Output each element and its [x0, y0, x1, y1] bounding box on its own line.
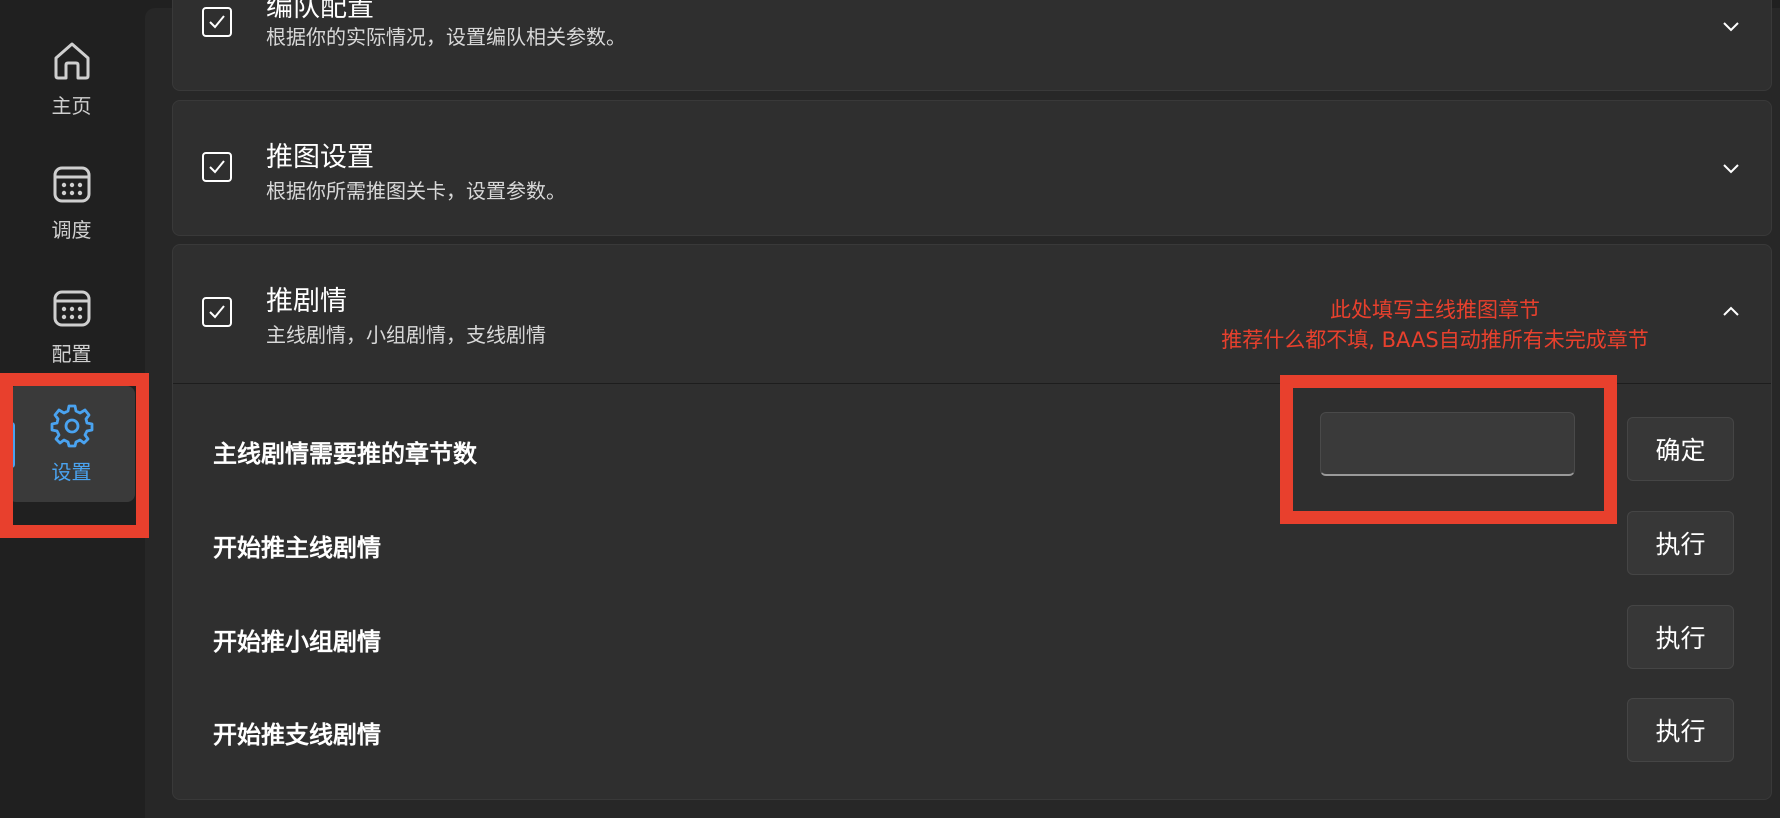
nav-label-config: 配置 [51, 341, 92, 366]
execute-main-story-button[interactable]: 执行 [1627, 511, 1734, 575]
card-team-config[interactable]: 编队配置 根据你的实际情况，设置编队相关参数。 [172, 0, 1772, 91]
annotation-box-settings [0, 373, 149, 538]
annotation-box-input [1280, 375, 1617, 524]
annotation-line-2: 推荐什么都不填, BAAS自动推所有未完成章节 [1221, 328, 1649, 352]
nav-label-home: 主页 [51, 93, 92, 118]
push-map-checkbox[interactable] [202, 152, 232, 182]
calendar-icon [53, 290, 90, 326]
execute-group-story-button[interactable]: 执行 [1627, 605, 1734, 669]
nav-item-home[interactable]: 主页 [8, 20, 135, 136]
team-config-checkbox[interactable] [202, 7, 232, 37]
story-checkbox[interactable] [202, 297, 232, 327]
card-push-map[interactable]: 推图设置 根据你所需推图关卡，设置参数。 [172, 100, 1772, 236]
calendar-icon [53, 166, 90, 202]
row-label-main-story-chapters: 主线剧情需要推的章节数 [213, 440, 477, 468]
chevron-down-icon[interactable] [1720, 157, 1742, 179]
execute-side-story-button[interactable]: 执行 [1627, 698, 1734, 762]
row-label-start-main-story: 开始推主线剧情 [213, 534, 381, 562]
nav-item-schedule[interactable]: 调度 [8, 144, 135, 260]
chevron-down-icon[interactable] [1720, 15, 1742, 37]
check-icon [209, 15, 225, 29]
row-label-start-group-story: 开始推小组剧情 [213, 628, 381, 656]
story-title: 推剧情 [266, 286, 347, 317]
annotation-line-1: 此处填写主线推图章节 [1330, 298, 1540, 322]
nav-label-schedule: 调度 [51, 217, 92, 242]
home-icon [54, 42, 89, 79]
team-config-subtitle: 根据你的实际情况，设置编队相关参数。 [266, 25, 626, 49]
story-subtitle: 主线剧情，小组剧情，支线剧情 [266, 323, 546, 347]
annotation-note: 此处填写主线推图章节 推荐什么都不填, BAAS自动推所有未完成章节 [1193, 295, 1677, 355]
check-icon [209, 160, 225, 174]
nav-item-config[interactable]: 配置 [8, 268, 135, 384]
push-map-subtitle: 根据你所需推图关卡，设置参数。 [266, 179, 566, 203]
confirm-button[interactable]: 确定 [1627, 417, 1734, 481]
chevron-up-icon[interactable] [1720, 301, 1742, 323]
push-map-title: 推图设置 [266, 142, 374, 173]
row-label-start-side-story: 开始推支线剧情 [213, 721, 381, 749]
check-icon [209, 305, 225, 319]
